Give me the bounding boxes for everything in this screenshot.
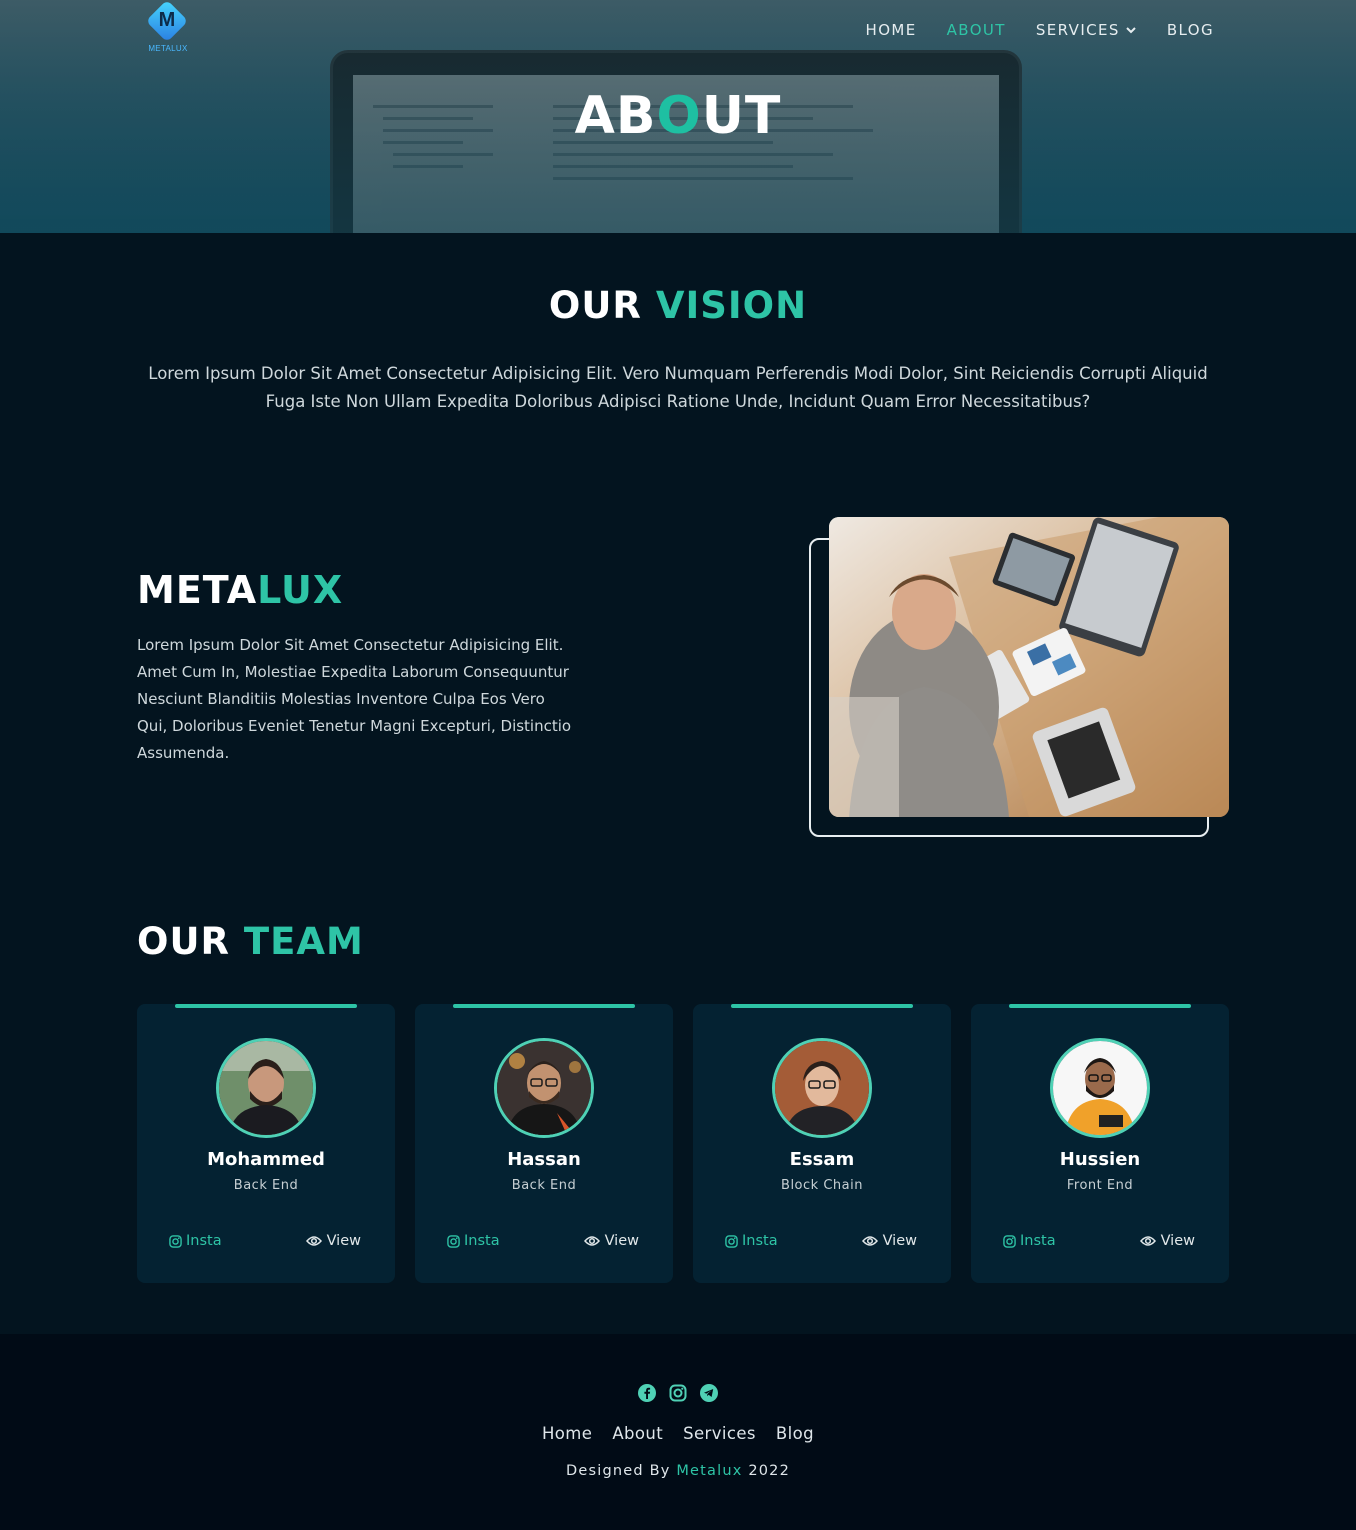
member-role: Block Chain	[781, 1178, 863, 1193]
instagram-icon	[169, 1234, 182, 1248]
insta-link[interactable]: Insta	[169, 1233, 222, 1249]
eye-icon	[861, 1236, 878, 1246]
social-icons	[0, 1384, 1356, 1402]
insta-link[interactable]: Insta	[447, 1233, 500, 1249]
nav-about[interactable]: ABOUT	[947, 21, 1006, 39]
metalux-text: Lorem Ipsum Dolor Sit Amet Consectetur A…	[137, 636, 572, 762]
nav-blog[interactable]: BLOG	[1167, 21, 1214, 39]
hero-banner: M METALUX HOME ABOUT SERVICES BLOG ABOUT	[0, 0, 1356, 233]
view-link[interactable]: View	[1139, 1233, 1195, 1249]
instagram-icon	[447, 1234, 460, 1248]
team-card: Mohammed Back End Insta View	[137, 1004, 395, 1283]
metalux-logo[interactable]: M METALUX	[145, 0, 190, 54]
footer-link-about[interactable]: About	[612, 1424, 663, 1443]
member-role: Back End	[233, 1178, 299, 1193]
insta-link[interactable]: Insta	[725, 1233, 778, 1249]
instagram-icon	[1003, 1234, 1016, 1248]
vision-heading: OUR VISION	[548, 284, 808, 327]
logo-text: METALUX	[148, 44, 188, 53]
footer-link-blog[interactable]: Blog	[776, 1424, 814, 1443]
facebook-icon[interactable]	[638, 1384, 656, 1402]
footer-link-services[interactable]: Services	[683, 1424, 756, 1443]
insta-link[interactable]: Insta	[1003, 1233, 1056, 1249]
view-link[interactable]: View	[305, 1233, 361, 1249]
member-name: Essam	[789, 1149, 855, 1170]
avatar	[494, 1038, 594, 1138]
view-link[interactable]: View	[583, 1233, 639, 1249]
eye-icon	[583, 1236, 600, 1246]
workspace-photo	[829, 517, 1229, 817]
avatar	[772, 1038, 872, 1138]
eye-icon	[305, 1236, 322, 1246]
footer-brand: Metalux	[676, 1463, 743, 1479]
telegram-icon[interactable]	[700, 1384, 718, 1402]
avatar	[216, 1038, 316, 1138]
instagram-icon[interactable]	[669, 1384, 687, 1402]
nav-home[interactable]: HOME	[866, 21, 917, 39]
footer-link-home[interactable]: Home	[542, 1424, 592, 1443]
eye-icon	[1139, 1236, 1156, 1246]
member-name: Mohammed	[207, 1149, 325, 1170]
member-name: Hussien	[1059, 1149, 1141, 1170]
team-card: Essam Block Chain Insta View	[693, 1004, 951, 1283]
main-nav: HOME ABOUT SERVICES BLOG	[866, 21, 1214, 39]
instagram-icon	[725, 1234, 738, 1248]
footer: Home About Services Blog Designed By Met…	[0, 1334, 1356, 1530]
metalux-heading: METALUX	[137, 568, 344, 612]
page-title: ABOUT	[574, 86, 782, 146]
logo-letter: M	[158, 9, 176, 31]
member-role: Front End	[1066, 1178, 1134, 1193]
member-role: Back End	[511, 1178, 577, 1193]
view-link[interactable]: View	[861, 1233, 917, 1249]
footer-nav: Home About Services Blog	[0, 1424, 1356, 1443]
team-card: Hassan Back End Insta View	[415, 1004, 673, 1283]
chevron-down-icon	[1126, 27, 1136, 34]
vision-text: Lorem Ipsum Dolor Sit Amet Consectetur A…	[148, 364, 1208, 411]
team-card: Hussien Front End Insta View	[971, 1004, 1229, 1283]
avatar	[1050, 1038, 1150, 1138]
nav-services[interactable]: SERVICES	[1036, 21, 1137, 39]
member-name: Hassan	[507, 1149, 581, 1170]
footer-credit: Designed By Metalux 2022	[565, 1463, 791, 1479]
team-heading: OUR TEAM	[137, 920, 364, 963]
